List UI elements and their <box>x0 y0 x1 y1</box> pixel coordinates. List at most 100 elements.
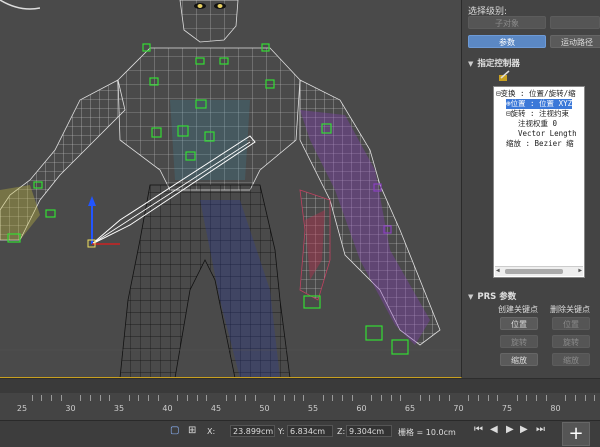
viewport-3d[interactable] <box>0 0 462 378</box>
time-tick-mark <box>235 395 237 401</box>
time-tick-mark <box>196 395 198 401</box>
character-wireframe <box>0 0 461 377</box>
time-tick-mark <box>574 395 576 401</box>
assign-controller-title: 指定控制器 <box>477 59 520 69</box>
tree-horizontal-scrollbar[interactable]: ◀ ▶ <box>495 266 583 276</box>
grid-size-text: 栅格 = 10.0cm <box>398 428 456 437</box>
prs-title: PRS 参数 <box>477 292 517 302</box>
z-label: Z: <box>337 427 346 436</box>
time-tick-mark <box>109 395 111 401</box>
delete-key-label: 删除关键点 <box>550 305 590 314</box>
create-position-button[interactable]: 位置 <box>500 317 538 330</box>
time-tick-mark <box>138 395 140 401</box>
tab-motion-path[interactable]: 运动路径 <box>550 35 600 48</box>
play-icon[interactable]: ▶ <box>506 424 514 435</box>
time-tick-mark <box>468 395 470 401</box>
prs-rollout[interactable]: ▼ PRS 参数 <box>468 290 516 302</box>
time-tick-mark <box>342 395 344 401</box>
time-tick-label: 50 <box>259 404 270 413</box>
time-tick-mark <box>516 395 518 401</box>
time-tick-mark <box>371 395 373 401</box>
delete-rotation-button[interactable]: 旋转 <box>552 335 590 348</box>
add-key-button[interactable]: + <box>562 422 590 446</box>
delete-position-button[interactable]: 位置 <box>552 317 590 330</box>
time-tick-mark <box>332 395 334 401</box>
time-tick-mark <box>545 395 547 401</box>
time-tick-label: 35 <box>113 404 125 413</box>
time-tick-label: 75 <box>501 404 513 413</box>
time-tick-label: 80 <box>550 404 561 413</box>
tree-item-position[interactable]: ⊕位置 : 位置 XYZ <box>506 99 573 109</box>
time-tick-mark <box>31 395 33 401</box>
time-tick-mark <box>274 395 276 401</box>
tab-params[interactable]: 参数 <box>468 35 546 48</box>
create-scale-button[interactable]: 缩放 <box>500 353 538 366</box>
tree-item-transform[interactable]: ⊟变换 : 位置/旋转/缩 <box>496 89 576 99</box>
viewcube-arc[interactable] <box>0 0 40 14</box>
delete-scale-button[interactable]: 缩放 <box>552 353 590 366</box>
goto-end-icon[interactable]: ⏭ <box>536 424 545 435</box>
time-tick-label: 30 <box>65 404 76 413</box>
tree-item-vector-length[interactable]: Vector Length <box>518 129 577 139</box>
time-tick-mark <box>283 395 285 401</box>
time-tick-label: 40 <box>162 404 173 413</box>
time-tick-label: 70 <box>453 404 464 413</box>
time-tick-mark <box>594 395 596 401</box>
prev-frame-icon[interactable]: ◀ <box>490 424 498 435</box>
controller-tree[interactable]: ⊟变换 : 位置/旋转/缩 ⊕位置 : 位置 XYZ ⊟旋转 : 注视约束 注视… <box>493 86 585 278</box>
absolute-mode-icon[interactable]: ⊞ <box>188 425 196 436</box>
sub-object-dropdown[interactable] <box>550 16 600 29</box>
tree-item-rotation[interactable]: ⊟旋转 : 注视约束 <box>506 109 569 119</box>
time-tick-mark <box>206 395 208 401</box>
time-tick-label: 45 <box>210 404 222 413</box>
time-tick-mark <box>89 395 91 401</box>
time-tick-mark <box>157 395 159 401</box>
time-tick-mark <box>322 395 324 401</box>
time-tick-mark <box>565 395 567 401</box>
tree-item-lookat-weight[interactable]: 注视权重 0 <box>518 119 557 129</box>
time-tick-mark <box>60 395 62 401</box>
lock-selection-icon[interactable]: ▢ <box>170 425 179 436</box>
time-tick-mark <box>225 395 227 401</box>
time-tick-mark <box>487 395 489 401</box>
y-coordinate-field[interactable]: 6.834cm <box>287 425 333 437</box>
time-tick-label: 55 <box>307 404 319 413</box>
sub-object-button[interactable]: 子对象 <box>468 16 546 29</box>
y-label: Y: <box>278 427 285 436</box>
time-tick-mark <box>99 395 101 401</box>
tree-item-scale[interactable]: 缩放 : Bezier 缩 <box>506 139 574 149</box>
create-key-label: 创建关键点 <box>498 305 538 314</box>
time-tick-mark <box>293 395 295 401</box>
time-tick-mark <box>128 395 130 401</box>
time-tick-mark <box>245 395 247 401</box>
time-tick-mark <box>419 395 421 401</box>
assign-controller-icon[interactable] <box>498 70 510 85</box>
time-tick-label: 60 <box>356 404 367 413</box>
time-tick-label: 65 <box>404 404 416 413</box>
goto-start-icon[interactable]: ⏮ <box>474 424 483 435</box>
time-tick-mark <box>41 395 43 401</box>
time-tick-mark <box>177 395 179 401</box>
x-label: X: <box>207 427 216 436</box>
time-tick-mark <box>584 395 586 401</box>
time-tick-label: 25 <box>16 404 28 413</box>
time-tick-mark <box>80 395 82 401</box>
x-coordinate-field[interactable]: 23.899cm <box>230 425 275 437</box>
time-tick-mark <box>526 395 528 401</box>
time-tick-mark <box>536 395 538 401</box>
z-coordinate-field[interactable]: 9.304cm <box>346 425 392 437</box>
time-tick-mark <box>448 395 450 401</box>
assign-controller-rollout[interactable]: ▼ 指定控制器 <box>468 57 520 69</box>
time-tick-mark <box>477 395 479 401</box>
time-tick-mark <box>380 395 382 401</box>
next-frame-icon[interactable]: ▶ <box>520 424 528 435</box>
time-tick-mark <box>497 395 499 401</box>
time-tick-mark <box>390 395 392 401</box>
time-tick-mark <box>51 395 53 401</box>
time-tick-mark <box>439 395 441 401</box>
time-tick-mark <box>351 395 353 401</box>
time-tick-mark <box>254 395 256 401</box>
time-tick-mark <box>429 395 431 401</box>
create-rotation-button[interactable]: 旋转 <box>500 335 538 348</box>
time-tick-mark <box>148 395 150 401</box>
